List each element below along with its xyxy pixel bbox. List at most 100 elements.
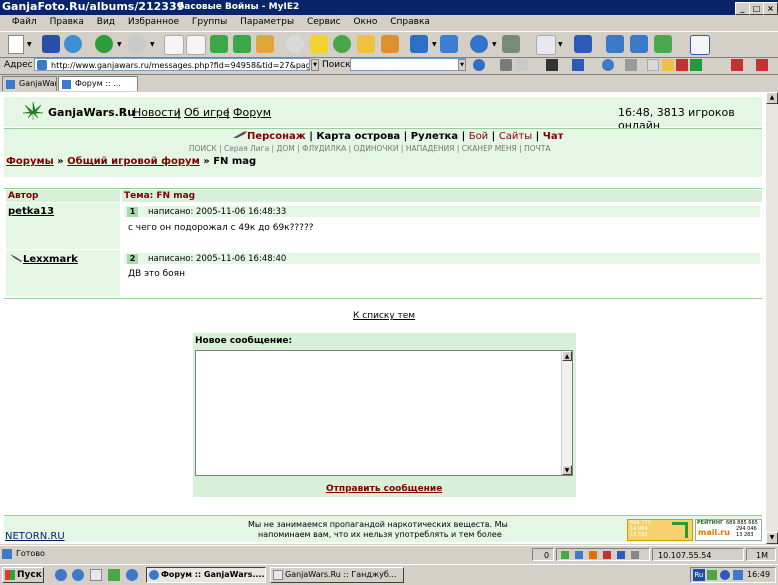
tools-icon[interactable] <box>502 35 520 53</box>
back-to-topics-link[interactable]: К списку тем <box>353 311 415 321</box>
close-tab-icon[interactable] <box>731 59 743 71</box>
flash-block-icon[interactable] <box>603 551 611 559</box>
menu-island-map[interactable]: Карта острова <box>316 131 400 142</box>
menu-sites[interactable]: Сайты <box>499 131 532 142</box>
send-message-button[interactable]: Отправить сообщение <box>326 484 442 494</box>
new-page-icon[interactable] <box>8 35 24 54</box>
mail-quicklaunch-icon[interactable] <box>90 569 102 581</box>
activex-icon[interactable] <box>617 551 625 559</box>
submenu-flood[interactable]: ФЛУДИЛКА <box>302 144 346 153</box>
start-button[interactable]: Пуск <box>2 567 44 583</box>
script-icon[interactable] <box>561 551 569 559</box>
user-icon[interactable] <box>381 35 399 53</box>
font-icon[interactable] <box>410 35 428 53</box>
stop-all-icon[interactable] <box>186 35 206 55</box>
home-icon[interactable] <box>256 35 274 53</box>
menu-groups[interactable]: Группы <box>187 15 232 27</box>
submenu-grey-league[interactable]: Серая Лига <box>224 144 269 153</box>
forward-icon[interactable] <box>128 35 146 53</box>
close-button[interactable]: × <box>763 2 778 15</box>
nav-about[interactable]: Об игре <box>184 106 230 119</box>
window-list-icon[interactable] <box>572 59 584 71</box>
mail-dropdown-icon[interactable]: ▼ <box>558 41 563 48</box>
privacy-icon[interactable] <box>662 59 674 71</box>
browser-quicklaunch-icon[interactable] <box>72 569 84 581</box>
window-titlebar[interactable]: GanjaFoto.Ru/albums/212339 басовые Войны… <box>0 0 778 15</box>
menu-help[interactable]: Справка <box>385 15 435 27</box>
flash-icon[interactable] <box>690 59 702 71</box>
clear-icon[interactable] <box>516 59 528 71</box>
breadcrumb-forums[interactable]: Форумы <box>6 156 54 167</box>
ie-quicklaunch-icon[interactable] <box>55 569 67 581</box>
app-quicklaunch-icon[interactable] <box>108 569 120 581</box>
restore-icon[interactable] <box>630 35 648 53</box>
tray-volume-icon[interactable] <box>733 570 743 580</box>
minimize-button[interactable]: _ <box>735 2 750 15</box>
netorn-link[interactable]: NETORN.RU <box>5 531 65 542</box>
menu-favorites[interactable]: Избранное <box>123 15 184 27</box>
nav-news[interactable]: Новости <box>133 106 181 119</box>
language-indicator[interactable]: Ru <box>693 569 705 581</box>
search-input[interactable] <box>350 58 466 71</box>
open-folder-icon[interactable] <box>357 35 375 53</box>
breadcrumb-forum[interactable]: Общий игровой форум <box>67 156 200 167</box>
encoding-icon[interactable] <box>440 35 458 53</box>
save-icon[interactable] <box>42 35 60 53</box>
clock[interactable]: 16:49 <box>747 570 770 579</box>
highlight-icon[interactable] <box>500 59 512 71</box>
post-author[interactable]: Lexxmark <box>23 254 78 265</box>
sound-icon[interactable] <box>589 551 597 559</box>
refresh-all-icon[interactable] <box>233 35 251 53</box>
forward-dropdown-icon[interactable]: ▼ <box>150 41 155 48</box>
security-icon[interactable] <box>625 59 637 71</box>
menu-roulette[interactable]: Рулетка <box>411 131 458 142</box>
globe-icon[interactable] <box>64 35 82 53</box>
maximize-button[interactable]: □ <box>749 2 764 15</box>
tray-app-icon[interactable] <box>707 570 717 580</box>
scroll-down-icon[interactable]: ▼ <box>766 532 778 544</box>
reply-textarea[interactable]: ▲ ▼ <box>195 350 573 476</box>
favorites-icon[interactable] <box>310 35 328 53</box>
menu-file[interactable]: Файл <box>7 15 42 27</box>
proxy-icon[interactable] <box>470 35 488 53</box>
submenu-attacks[interactable]: НАПАДЕНИЯ <box>406 144 455 153</box>
close-all-icon[interactable] <box>756 59 768 71</box>
zoom-icon[interactable] <box>631 551 639 559</box>
tray-network-icon[interactable] <box>720 570 730 580</box>
popup-block-icon[interactable] <box>676 59 688 71</box>
submenu-home[interactable]: ДОМ <box>276 144 294 153</box>
tab-forum[interactable]: Форум :: ... <box>58 76 138 91</box>
page-scrollbar[interactable]: ▲ ▼ <box>766 92 778 544</box>
menu-edit[interactable]: Правка <box>45 15 89 27</box>
back-icon[interactable] <box>95 35 113 53</box>
submenu-mail[interactable]: ПОЧТА <box>524 144 550 153</box>
tab-ganjawars[interactable]: GanjaWar <box>2 76 57 91</box>
counter-badge-1[interactable]: 606 777 14 984 13 595 <box>627 519 693 541</box>
menu-battle[interactable]: Бой <box>469 131 488 142</box>
print-icon[interactable] <box>647 59 659 71</box>
search-icon[interactable] <box>286 35 304 53</box>
refresh-icon[interactable] <box>210 35 228 53</box>
stop-icon[interactable] <box>164 35 184 55</box>
save-page-icon[interactable] <box>546 59 558 71</box>
back-dropdown-icon[interactable]: ▼ <box>117 41 122 48</box>
address-input[interactable]: http://www.ganjawars.ru/messages.php?fid… <box>34 58 310 71</box>
menu-character[interactable]: Персонаж <box>247 131 306 142</box>
scroll-up-icon[interactable]: ▲ <box>766 92 778 104</box>
font-dropdown-icon[interactable]: ▼ <box>432 41 437 48</box>
menu-view[interactable]: Вид <box>92 15 120 27</box>
task-forum[interactable]: Форум :: GanjaWars.... <box>146 567 266 583</box>
counter-badge-2[interactable]: РЕЙТИНГ 689 885 665 294 046 13 283 mail.… <box>695 519 762 541</box>
new-dropdown-icon[interactable]: ▼ <box>27 41 32 48</box>
proxy-dropdown-icon[interactable]: ▼ <box>492 41 497 48</box>
history-icon[interactable] <box>333 35 351 53</box>
submenu-scanner[interactable]: СКАНЕР МЕНЯ <box>462 144 517 153</box>
download-icon[interactable] <box>654 35 672 53</box>
layout-icon[interactable] <box>690 35 710 55</box>
post-author[interactable]: petka13 <box>8 206 54 217</box>
ie2-quicklaunch-icon[interactable] <box>126 569 138 581</box>
search-go-icon[interactable] <box>473 59 485 71</box>
nav-forum[interactable]: Форум <box>233 106 271 119</box>
submenu-singles[interactable]: ОДИНОЧКИ <box>354 144 399 153</box>
popup-counter[interactable]: 0 <box>532 548 554 561</box>
